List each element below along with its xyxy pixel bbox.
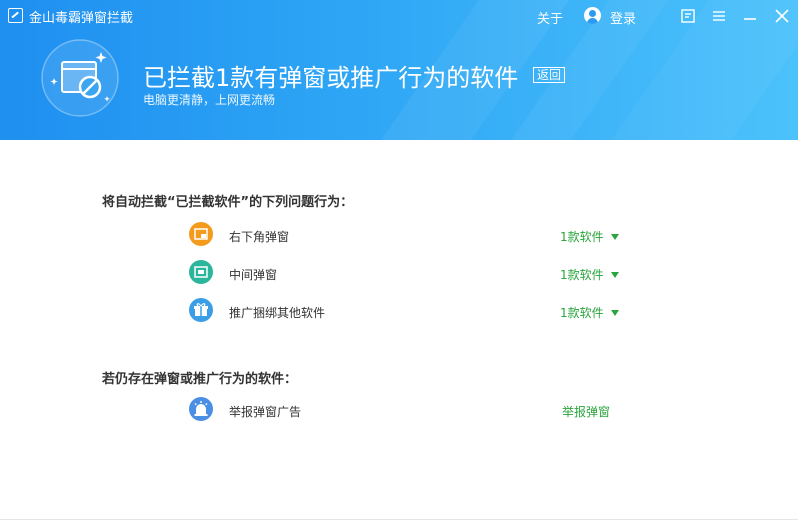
triangle-down-icon — [610, 234, 619, 240]
software-count-dropdown[interactable]: 1款软件 — [560, 304, 619, 321]
software-count-dropdown[interactable]: 1款软件 — [560, 266, 619, 283]
triangle-down-icon — [610, 310, 619, 316]
minimize-icon[interactable] — [740, 6, 760, 26]
page-subtitle: 电脑更清静，上网更流畅 — [143, 93, 276, 107]
report-label: 举报弹窗广告 — [229, 405, 302, 419]
login-link[interactable]: 登录 — [610, 8, 636, 27]
app-logo-icon — [8, 8, 23, 23]
report-popup-link[interactable]: 举报弹窗 — [562, 403, 610, 420]
header-banner: 金山毒霸弹窗拦截 关于 登录 已拦截1款有弹窗或推广行为的软件 返回 电脑更清静… — [0, 0, 798, 140]
bottom-divider — [0, 519, 798, 520]
back-button[interactable]: 返回 — [533, 67, 566, 83]
software-count-dropdown[interactable]: 1款软件 — [560, 228, 619, 245]
app-title: 金山毒霸弹窗拦截 — [29, 11, 134, 26]
blocked-window-icon — [40, 38, 120, 118]
title-bar[interactable]: 金山毒霸弹窗拦截 关于 登录 — [0, 0, 798, 32]
behavior-label: 右下角弹窗 — [229, 230, 290, 244]
close-icon[interactable] — [772, 6, 792, 26]
behavior-label: 中间弹窗 — [229, 268, 278, 282]
section-title-blocked-behaviors: 将自动拦截“已拦截软件”的下列问题行为： — [102, 195, 354, 210]
popup-corner-icon — [189, 222, 213, 246]
section-title-report: 若仍存在弹窗或推广行为的软件： — [102, 372, 298, 387]
feedback-icon[interactable] — [678, 6, 698, 26]
about-link[interactable]: 关于 — [537, 8, 563, 27]
count-text: 1款软件 — [560, 268, 604, 282]
menu-icon[interactable] — [709, 6, 729, 26]
alarm-icon — [189, 397, 213, 421]
popup-center-icon — [189, 260, 213, 284]
count-text: 1款软件 — [560, 306, 604, 320]
page-title: 已拦截1款有弹窗或推广行为的软件 — [143, 64, 519, 92]
bundle-box-icon — [189, 298, 213, 322]
count-text: 1款软件 — [560, 230, 604, 244]
user-avatar-icon[interactable] — [584, 7, 601, 24]
triangle-down-icon — [610, 272, 619, 278]
behavior-label: 推广捆绑其他软件 — [229, 306, 326, 320]
